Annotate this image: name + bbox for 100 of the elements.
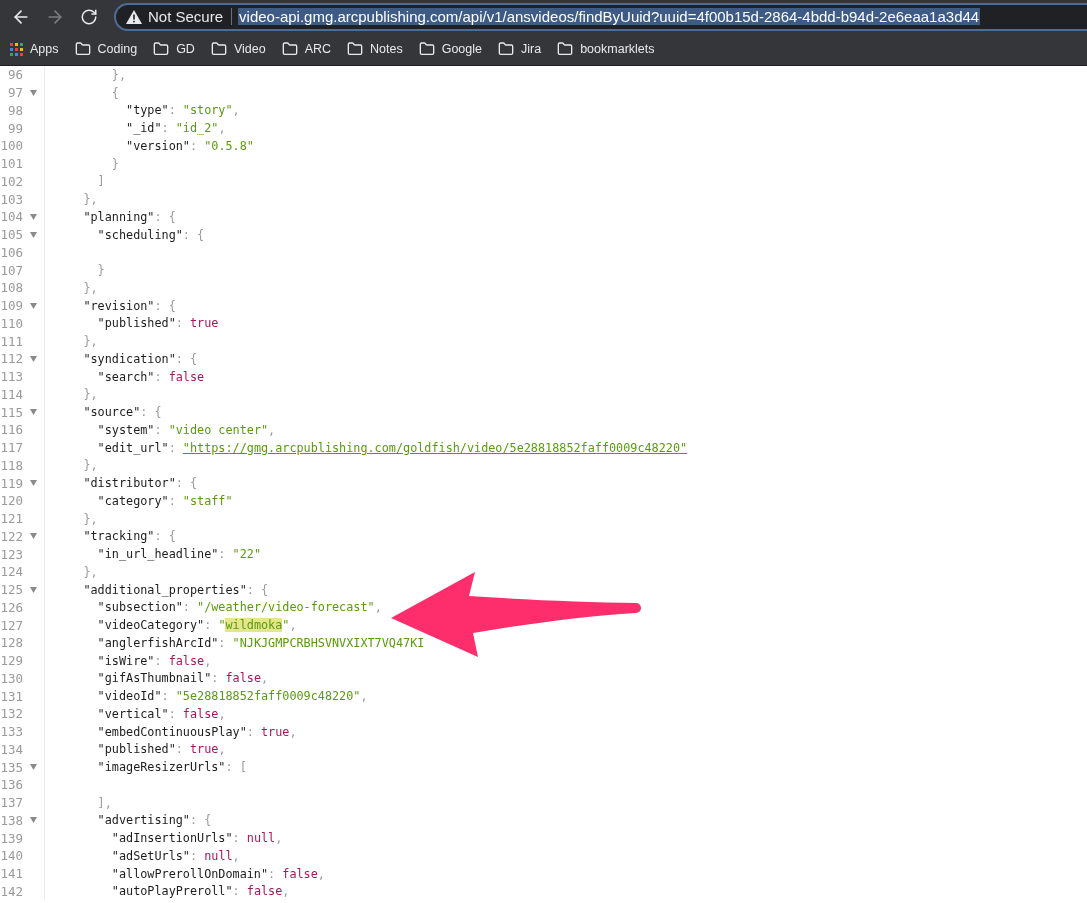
line-number: 111 bbox=[0, 333, 23, 349]
code-line: "isWire": false, bbox=[96, 653, 212, 668]
bookmark-folder[interactable]: Notes bbox=[347, 41, 403, 57]
line-number: 96 bbox=[6, 67, 23, 83]
line-number: 127 bbox=[0, 617, 23, 633]
apps-shortcut[interactable]: Apps bbox=[10, 42, 59, 56]
code-line: ] bbox=[96, 174, 105, 189]
code-line: } bbox=[110, 156, 119, 171]
fold-triangle-icon[interactable] bbox=[30, 355, 37, 362]
fold-triangle-icon[interactable] bbox=[30, 231, 37, 238]
edit-url-link[interactable]: "https://gmg.arcpublishing.com/goldfish/video/5e28818852faff0009c48220" bbox=[182, 440, 688, 455]
bookmark-folder[interactable]: bookmarklets bbox=[557, 41, 655, 57]
line-number: 115 bbox=[0, 404, 23, 420]
fold-triangle-icon[interactable] bbox=[30, 302, 37, 309]
line-number: 139 bbox=[0, 830, 23, 846]
folder-icon bbox=[347, 41, 364, 57]
line-number: 117 bbox=[0, 440, 23, 456]
line-number: 142 bbox=[0, 883, 23, 899]
fold-triangle-icon[interactable] bbox=[30, 764, 37, 771]
code-line: "revision": { bbox=[82, 298, 176, 313]
code-line: ], bbox=[96, 795, 112, 810]
fold-triangle-icon[interactable] bbox=[30, 89, 37, 96]
folder-icon bbox=[74, 41, 91, 57]
code-line: "version": "0.5.8" bbox=[125, 138, 254, 153]
fold-triangle-icon[interactable] bbox=[30, 586, 37, 593]
code-line: "allowPrerollOnDomain": false, bbox=[110, 866, 325, 881]
code-line: "published": true bbox=[96, 316, 219, 331]
code-line: }, bbox=[82, 511, 98, 526]
fold-triangle-icon[interactable] bbox=[30, 533, 37, 540]
line-number: 128 bbox=[0, 635, 23, 651]
folder-icon bbox=[210, 41, 227, 57]
folder-icon bbox=[418, 41, 435, 57]
fold-triangle-icon[interactable] bbox=[30, 213, 37, 220]
code-line: "embedContinuousPlay": true, bbox=[96, 724, 297, 739]
line-number: 130 bbox=[0, 670, 23, 686]
code-line: }, bbox=[82, 192, 98, 207]
folder-icon bbox=[153, 41, 170, 57]
code-line: }, bbox=[82, 280, 98, 295]
folder-icon bbox=[281, 41, 298, 57]
code-line: } bbox=[96, 263, 105, 278]
line-number: 104 bbox=[0, 209, 23, 225]
line-number: 124 bbox=[0, 564, 23, 580]
line-number: 141 bbox=[0, 866, 23, 882]
folder-icon bbox=[557, 41, 574, 57]
line-number: 107 bbox=[0, 262, 23, 278]
fold-triangle-icon[interactable] bbox=[30, 409, 37, 416]
code-line: "tracking": { bbox=[82, 529, 176, 544]
code-line: "imageResizerUrls": [ bbox=[96, 760, 247, 775]
line-number: 134 bbox=[0, 741, 23, 757]
code-line: "search": false bbox=[96, 369, 205, 384]
fold-triangle-icon[interactable] bbox=[30, 817, 37, 824]
code-line: "source": { bbox=[82, 405, 162, 420]
line-number: 123 bbox=[0, 546, 23, 562]
line-number: 126 bbox=[0, 599, 23, 615]
line-number: 112 bbox=[0, 351, 23, 367]
bookmark-folder[interactable]: Jira bbox=[498, 41, 542, 57]
line-number: 98 bbox=[6, 102, 23, 118]
bookmark-folder[interactable]: GD bbox=[153, 41, 195, 57]
code-line: "planning": { bbox=[82, 209, 176, 224]
bookmark-folder[interactable]: ARC bbox=[281, 41, 332, 57]
code-line: "autoPlayPreroll": false, bbox=[110, 884, 290, 899]
line-number: 118 bbox=[0, 457, 23, 473]
line-number: 129 bbox=[0, 653, 23, 669]
line-number: 101 bbox=[0, 156, 23, 172]
code-line: "adInsertionUrls": null, bbox=[110, 831, 283, 846]
line-number: 137 bbox=[0, 795, 23, 811]
folder-icon bbox=[498, 41, 514, 57]
code-line: "edit_url": "https://gmg.arcpublishing.com/goldfish/video/5e28818852faff0009c48220" bbox=[96, 440, 688, 455]
bookmark-folder[interactable]: Video bbox=[210, 41, 266, 57]
line-number: 109 bbox=[0, 298, 23, 314]
security-label: Not Secure bbox=[148, 8, 233, 25]
line-number: 102 bbox=[0, 173, 23, 189]
line-number: 114 bbox=[0, 386, 23, 402]
code-line: "scheduling": { bbox=[96, 227, 205, 242]
code-line: "gifAsThumbnail": false, bbox=[96, 671, 269, 686]
code-line: "category": "staff" bbox=[96, 493, 233, 508]
line-number: 103 bbox=[0, 191, 23, 207]
url-text: video-api.gmg.arcpublishing.com/api/v1/ansvideos/findByUuid?uuid=4f00b15d-2864-4bdd-b94d-2e6eaa1a3d44 bbox=[238, 8, 981, 25]
line-number: 106 bbox=[0, 244, 23, 260]
code-line: "_id": "id_2", bbox=[125, 121, 226, 136]
code-line: "vertical": false, bbox=[96, 706, 226, 721]
code-line: "in_url_headline": "22" bbox=[96, 547, 261, 562]
code-line: "videoCategory": "wildmoka", bbox=[96, 618, 297, 633]
code-line: "syndication": { bbox=[82, 351, 198, 366]
line-number: 125 bbox=[0, 582, 23, 598]
code-line: "advertising": { bbox=[96, 813, 212, 828]
fold-triangle-icon[interactable] bbox=[30, 480, 37, 487]
line-number: 133 bbox=[0, 724, 23, 740]
line-number: 138 bbox=[0, 812, 23, 828]
bookmark-folder[interactable]: Coding bbox=[74, 41, 138, 57]
line-number: 135 bbox=[0, 759, 23, 775]
address-bar[interactable]: Not Secure video-api.gmg.arcpublishing.com/api/v1/ansvideos/findByUuid?uuid=4f00b15d-2864-4bdd-b94d-2e6eaa1a3d44 bbox=[114, 2, 1087, 31]
code-line: }, bbox=[82, 334, 98, 349]
warning-icon bbox=[126, 9, 142, 24]
bookmark-folder[interactable]: Google bbox=[418, 41, 482, 57]
apps-grid-icon bbox=[10, 42, 23, 56]
line-number: 136 bbox=[0, 777, 23, 793]
code-line: "type": "story", bbox=[125, 103, 240, 118]
code-line: }, bbox=[82, 564, 98, 579]
code-line: }, bbox=[82, 458, 98, 473]
